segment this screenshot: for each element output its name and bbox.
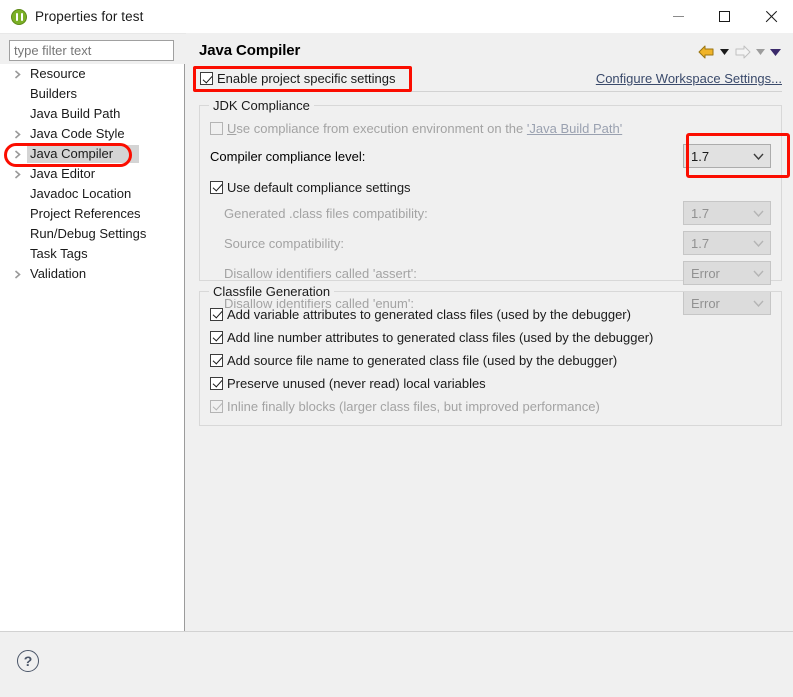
jdk-field-value: 1.7 xyxy=(691,235,710,251)
sidebar-item-validation[interactable]: Validation xyxy=(0,264,184,284)
title-bar: Properties for test xyxy=(0,0,793,34)
jdk-field-label-row: Generated .class files compatibility: xyxy=(224,203,428,223)
filter-input[interactable] xyxy=(9,40,174,61)
classfile-option-checkbox[interactable] xyxy=(210,353,223,367)
sidebar-item-label: Validation xyxy=(30,266,87,281)
compiler-compliance-level-value: 1.7 xyxy=(691,148,710,164)
maximize-button[interactable] xyxy=(701,0,747,33)
sidebar-item-project-references[interactable]: Project References xyxy=(0,204,184,224)
use-default-compliance-label: Use default compliance settings xyxy=(227,179,411,195)
sidebar-item-label: Resource xyxy=(30,66,86,81)
jdk-compliance-group: JDK Compliance Use compliance from execu… xyxy=(199,98,782,315)
close-button[interactable] xyxy=(747,0,793,33)
page-title: Java Compiler xyxy=(199,42,301,59)
classfile-generation-group-title: Classfile Generation xyxy=(209,284,335,299)
classfile-option-label: Preserve unused (never read) local varia… xyxy=(227,375,486,391)
classfile-option-row: Inline finally blocks (larger class file… xyxy=(210,396,600,416)
minimize-icon xyxy=(672,16,684,17)
classfile-option-checkbox xyxy=(210,399,223,413)
classfile-option-row[interactable]: Add line number attributes to generated … xyxy=(210,327,653,347)
sidebar-item-label: Builders xyxy=(30,86,77,101)
sidebar-item-label: Task Tags xyxy=(30,246,88,261)
jdk-field-label: Disallow identifiers called 'assert': xyxy=(224,265,417,281)
sidebar-item-label: Java Compiler xyxy=(27,145,140,163)
sidebar-item-label: Java Editor xyxy=(30,166,96,181)
chevron-down-icon xyxy=(753,270,764,277)
header-divider xyxy=(199,91,782,92)
jdk-field-label: Source compatibility: xyxy=(224,235,344,251)
close-icon xyxy=(764,10,777,23)
jdk-field-select: 1.7 xyxy=(683,201,771,225)
forward-arrow-icon xyxy=(734,45,751,59)
forward-menu-chevron-down-icon xyxy=(756,49,765,55)
jdk-field-label: Generated .class files compatibility: xyxy=(224,205,428,221)
classfile-option-label: Add line number attributes to generated … xyxy=(227,329,654,345)
project-properties-icon xyxy=(11,8,27,25)
properties-dialog: Properties for test Resource Builders Java… xyxy=(0,0,793,697)
chevron-down-icon xyxy=(753,153,764,160)
classfile-option-checkbox[interactable] xyxy=(210,307,223,321)
sidebar-item-label: Java Code Style xyxy=(30,126,125,141)
compiler-compliance-level-label-row: Compiler compliance level: xyxy=(210,146,365,166)
jdk-field-value: Error xyxy=(691,265,720,281)
sidebar-item-label: Javadoc Location xyxy=(30,186,132,201)
sidebar-item-label: Project References xyxy=(30,206,141,221)
use-default-compliance-checkbox[interactable] xyxy=(210,180,223,194)
sidebar-item-resource[interactable]: Resource xyxy=(0,64,184,84)
classfile-generation-group: Classfile Generation Add variable attrib… xyxy=(199,284,782,426)
use-execution-environment-row: Use compliance from execution environmen… xyxy=(210,118,622,138)
sidebar-item-java-editor[interactable]: Java Editor xyxy=(0,164,184,184)
page-menu-chevron-down-icon[interactable] xyxy=(770,48,781,56)
jdk-compliance-group-title: JDK Compliance xyxy=(209,98,314,113)
compiler-compliance-level-select[interactable]: 1.7 xyxy=(683,144,771,168)
window-title: Properties for test xyxy=(35,9,144,24)
page-navigation xyxy=(698,45,781,59)
chevron-right-icon[interactable] xyxy=(14,149,27,159)
sidebar-item-java-build-path[interactable]: Java Build Path xyxy=(0,104,184,124)
help-icon[interactable]: ? xyxy=(17,650,39,672)
dialog-footer: ? OK Cancel xyxy=(0,632,793,697)
classfile-option-row[interactable]: Add variable attributes to generated cla… xyxy=(210,304,631,324)
classfile-option-label: Inline finally blocks (larger class file… xyxy=(227,398,600,414)
settings-page: Java Compiler Enable project specific se… xyxy=(186,33,793,659)
chevron-right-icon[interactable] xyxy=(14,129,27,139)
back-arrow-icon[interactable] xyxy=(698,45,715,59)
enable-project-specific-settings-checkbox[interactable] xyxy=(200,72,213,85)
sidebar-item-javadoc-location[interactable]: Javadoc Location xyxy=(0,184,184,204)
jdk-field-label-row: Source compatibility: xyxy=(224,233,344,253)
jdk-field-select: Error xyxy=(683,261,771,285)
sidebar-item-label: Java Build Path xyxy=(30,106,121,121)
maximize-icon xyxy=(718,11,730,22)
sidebar-item-run-debug-settings[interactable]: Run/Debug Settings xyxy=(0,224,184,244)
sidebar-item-label: Run/Debug Settings xyxy=(30,226,147,241)
jdk-field-label-row: Disallow identifiers called 'assert': xyxy=(224,263,417,283)
classfile-option-row[interactable]: Preserve unused (never read) local varia… xyxy=(210,373,486,393)
enable-project-specific-settings-row[interactable]: Enable project specific settings xyxy=(200,71,395,86)
chevron-right-icon[interactable] xyxy=(14,269,27,279)
chevron-right-icon[interactable] xyxy=(14,69,27,79)
back-menu-chevron-down-icon[interactable] xyxy=(720,49,729,55)
minimize-button[interactable] xyxy=(655,0,701,33)
classfile-option-row[interactable]: Add source file name to generated class … xyxy=(210,350,617,370)
sidebar-item-task-tags[interactable]: Task Tags xyxy=(0,244,184,264)
sidebar-item-java-code-style[interactable]: Java Code Style xyxy=(0,124,184,144)
configure-workspace-settings-link[interactable]: Configure Workspace Settings... xyxy=(596,71,782,86)
use-execution-environment-label: Use compliance from execution environmen… xyxy=(227,120,623,136)
use-default-compliance-row[interactable]: Use default compliance settings xyxy=(210,177,411,197)
compiler-compliance-level-label: Compiler compliance level: xyxy=(210,148,366,164)
chevron-right-icon[interactable] xyxy=(14,169,27,179)
classfile-option-label: Add source file name to generated class … xyxy=(227,352,618,368)
jdk-field-select: 1.7 xyxy=(683,231,771,255)
classfile-option-checkbox[interactable] xyxy=(210,376,223,390)
sidebar-item-builders[interactable]: Builders xyxy=(0,84,184,104)
sidebar-item-java-compiler[interactable]: Java Compiler xyxy=(0,144,184,164)
chevron-down-icon xyxy=(753,240,764,247)
jdk-field-value: 1.7 xyxy=(691,205,710,221)
use-execution-environment-checkbox xyxy=(210,121,223,135)
settings-tree[interactable]: Resource Builders Java Build Path Java Code… xyxy=(0,64,185,631)
chevron-down-icon xyxy=(753,210,764,217)
enable-project-specific-settings-label: Enable project specific settings xyxy=(217,71,396,86)
classfile-option-label: Add variable attributes to generated cla… xyxy=(227,306,631,322)
classfile-option-checkbox[interactable] xyxy=(210,330,223,344)
